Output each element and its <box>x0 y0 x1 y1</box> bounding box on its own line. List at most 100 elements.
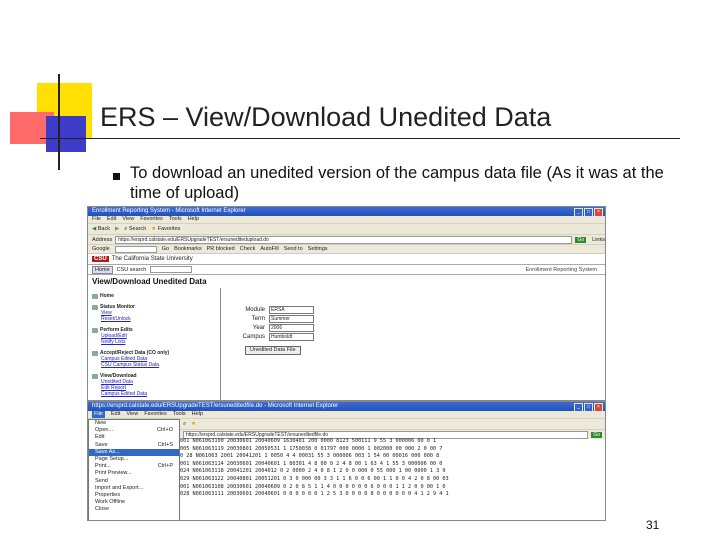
star-icon: ★ <box>151 226 157 232</box>
maximize-icon[interactable]: □ <box>584 403 593 412</box>
menu-tools-2[interactable]: Tools <box>173 411 186 418</box>
search-icon[interactable]: ⌕ <box>183 421 186 428</box>
file-menu-dropdown: New Open... Ctrl+O Edit Save Ctrl+S Save As...… <box>88 419 180 520</box>
year-select[interactable]: 2006 <box>269 324 314 332</box>
download-form: Module ERSA Term Summer Year 2006 Campus… <box>221 288 605 400</box>
close-icon[interactable]: × <box>594 208 603 217</box>
file-menu-item-label: Properties <box>95 491 121 498</box>
nav-link-campus-edited-2[interactable]: Campus Edited Data <box>101 391 220 397</box>
unedited-data-file-button[interactable]: Unedited Data File <box>245 346 301 355</box>
data-line: 029 N061063122 20040801 20051201 0 3 0 0… <box>180 475 449 482</box>
menu-help-2[interactable]: Help <box>192 411 203 418</box>
menu-help[interactable]: Help <box>188 216 199 223</box>
google-send-to[interactable]: Send to <box>284 246 303 252</box>
site-nav-bar: Home CSU search Enrollment Reporting Sys… <box>88 264 605 275</box>
google-search-input[interactable] <box>114 245 157 253</box>
file-menu-item[interactable]: Edit <box>89 434 179 441</box>
menu-favorites-2[interactable]: Favorites <box>144 411 167 418</box>
campus-label: Campus <box>242 334 265 340</box>
menu-file-2[interactable]: File <box>92 411 105 418</box>
data-line: 0 28 N061063 2001 20041201 1 0050 4 4 00… <box>180 453 440 460</box>
menu-view-2[interactable]: View <box>126 411 138 418</box>
nav-section-edits: Perform Edits Upload/Edit Notify Lists <box>92 327 220 345</box>
file-menu-item[interactable]: Close <box>89 506 179 513</box>
page-number: 31 <box>646 518 660 532</box>
google-settings[interactable]: Settings <box>308 246 328 252</box>
menu-edit[interactable]: Edit <box>107 216 116 223</box>
window-title: Enrollment Reporting System - Microsoft … <box>92 208 246 214</box>
close-icon[interactable]: × <box>594 403 603 412</box>
folder-icon <box>92 304 98 310</box>
google-autofill[interactable]: AutoFill <box>260 246 278 252</box>
nav-head-home[interactable]: Home <box>100 293 114 299</box>
file-menu-item-accel: Ctrl+P <box>157 463 173 470</box>
data-line: 028 N061063111 20030601 20040601 0 0 0 0… <box>180 491 449 498</box>
go-button[interactable]: Go <box>575 236 587 243</box>
browser-toolbar: ◀ Back ▶ ⌕ Search ★ Favorites <box>88 223 605 234</box>
ers-label: Enrollment Reporting System <box>525 266 597 273</box>
file-menu-item-label: New <box>95 420 107 426</box>
site-search-input[interactable] <box>150 266 193 273</box>
form-row-campus: Campus Humboldt <box>235 333 314 341</box>
browser-window-ers: Enrollment Reporting System - Microsoft … <box>87 206 606 401</box>
favorites-button[interactable]: ★ Favorites <box>151 226 180 232</box>
file-menu-item[interactable]: Properties <box>89 492 179 499</box>
nav-link-notify[interactable]: Notify Lists <box>101 339 220 345</box>
google-bookmarks[interactable]: Bookmarks <box>174 246 202 252</box>
links-label[interactable]: Links <box>592 237 605 243</box>
file-menu-item-label: Save As... <box>95 448 120 455</box>
folder-icon <box>92 293 98 299</box>
google-go[interactable]: Go <box>162 246 169 252</box>
file-menu-item[interactable]: Print Preview... <box>89 470 179 477</box>
nav-section-home: Home <box>92 293 220 299</box>
nav-section-accept: Accept/Reject Data (CO only) Campus Edit… <box>92 350 220 368</box>
form-row-year: Year 2006 <box>235 324 314 332</box>
data-line: 001 N061063108 20030601 20040609 0 2 0 8… <box>180 483 446 490</box>
file-menu-item[interactable]: Import and Export... <box>89 485 179 492</box>
file-menu-item[interactable]: Send <box>89 478 179 485</box>
google-pr-blocked[interactable]: PR blocked <box>207 246 235 252</box>
back-button[interactable]: ◀ Back <box>92 226 110 232</box>
file-menu-item[interactable]: New <box>89 420 179 427</box>
file-menu-item[interactable]: Open... Ctrl+O <box>89 427 179 434</box>
data-line: 005 N061063119 20030801 20050531 1 17500… <box>180 445 443 452</box>
csu-name: The California State University <box>111 256 193 262</box>
menu-tools[interactable]: Tools <box>169 216 182 223</box>
file-menu-item-label: Close <box>95 506 110 513</box>
menu-favorites[interactable]: Favorites <box>140 216 163 223</box>
data-line: 001 N061063114 20030601 20040601 1 80301… <box>180 460 443 467</box>
minimize-icon[interactable]: _ <box>574 208 583 217</box>
file-menu-item[interactable]: Work Offline <box>89 499 179 506</box>
menu-file[interactable]: File <box>92 216 101 223</box>
google-check[interactable]: Check <box>240 246 256 252</box>
search-button[interactable]: ⌕ Search <box>124 226 146 233</box>
home-button[interactable]: Home <box>92 265 113 274</box>
form-row-term: Term Summer <box>235 315 314 323</box>
campus-select[interactable]: Humboldt <box>269 333 314 341</box>
address-input[interactable]: https://ersprd.calstate.edu/ERSUpgradeTE… <box>115 235 573 244</box>
maximize-icon[interactable]: □ <box>584 208 593 217</box>
file-menu-item-label: Send <box>95 477 108 484</box>
forward-icon[interactable]: ▶ <box>115 226 119 232</box>
nav-link-campus-status[interactable]: CSU Campus Status Data <box>101 362 220 368</box>
minimize-icon[interactable]: _ <box>574 403 583 412</box>
back-arrow-icon: ◀ <box>92 226 97 232</box>
file-menu-item[interactable]: Save Ctrl+S <box>89 442 179 449</box>
module-label: Module <box>245 307 265 313</box>
menu-bar: File Edit View Favorites Tools Help <box>88 216 605 223</box>
module-select[interactable]: ERSA <box>269 306 314 314</box>
menu-view[interactable]: View <box>122 216 134 223</box>
nav-section-status: Status Monitor View Reset/Unlock <box>92 304 220 322</box>
nav-link-reset[interactable]: Reset/Unlock <box>101 316 220 322</box>
data-line: 001 N061063100 20030601 20040609 1630401… <box>180 438 437 444</box>
menu-edit-2[interactable]: Edit <box>111 411 120 418</box>
star-icon[interactable]: ★ <box>191 421 196 427</box>
term-select[interactable]: Summer <box>269 315 314 323</box>
bullet-text: To download an unedited version of the c… <box>130 164 664 202</box>
address-label: Address <box>92 236 113 243</box>
file-menu-item-label: Print... <box>95 463 111 470</box>
file-menu-item[interactable]: Save As... <box>89 448 179 456</box>
file-menu-item[interactable]: Print... Ctrl+P <box>89 463 179 470</box>
file-menu-item[interactable]: Page Setup... <box>89 456 179 463</box>
go-button-2[interactable]: Go <box>591 431 602 438</box>
